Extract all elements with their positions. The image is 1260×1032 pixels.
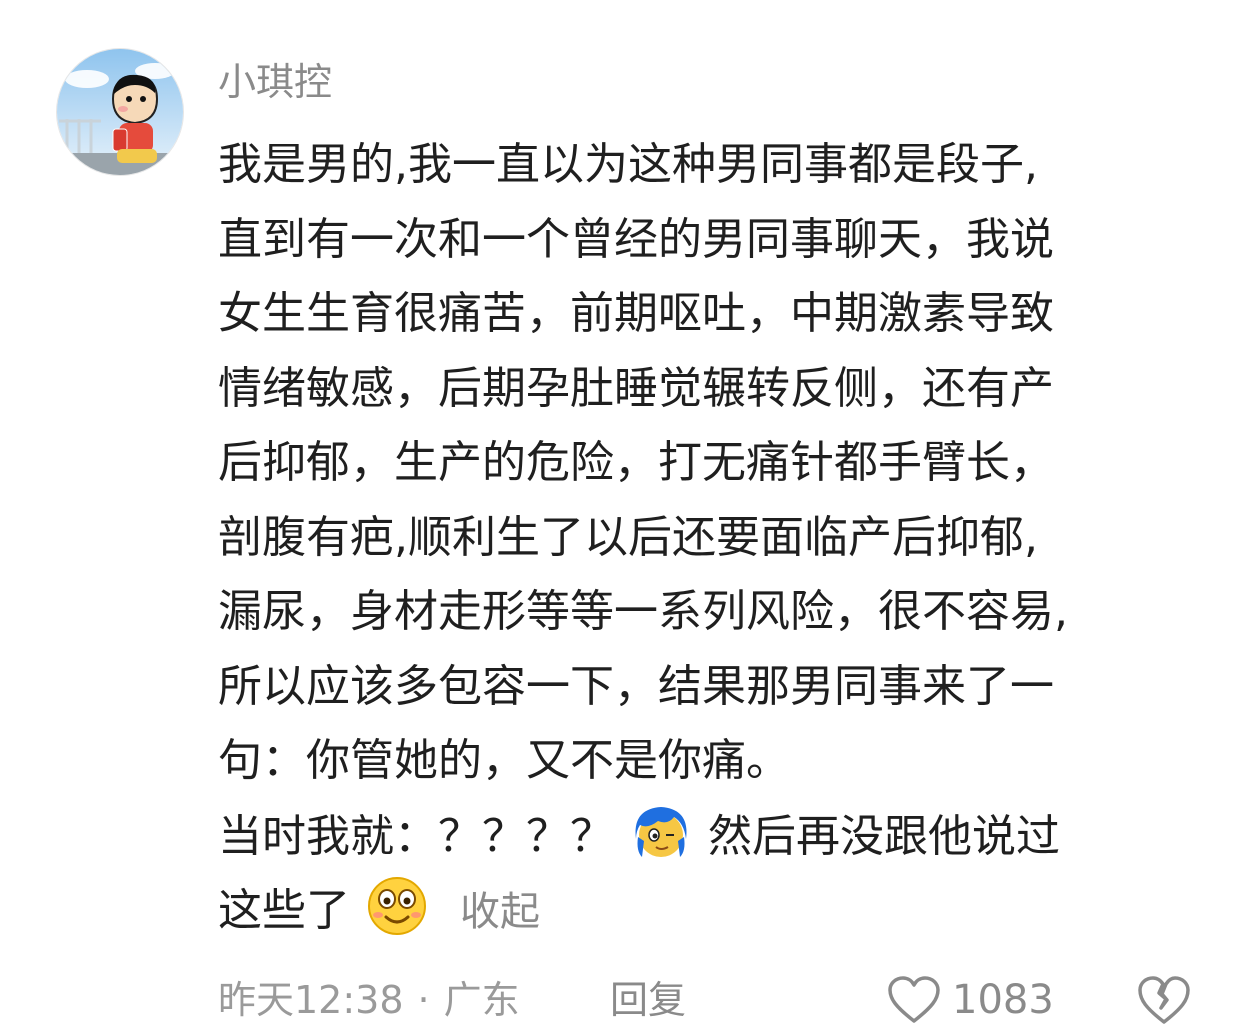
comment-line: 我是男的,我一直以为这种男同事都是段子, <box>218 139 1038 190</box>
broken-heart-outline-icon[interactable] <box>1136 974 1192 1026</box>
smiling-face-emoji-icon <box>364 873 430 939</box>
comment-line: 直到有一次和一个曾经的男同事聊天，我说 <box>218 213 1054 265</box>
comment-text-segment: 当时我就：？？？？ <box>218 810 614 862</box>
blue-hair-face-emoji-icon <box>628 799 694 865</box>
heart-outline-icon <box>888 976 940 1023</box>
comment-line: 情绪敏感，后期孕肚睡觉辗转反侧，还有产 <box>218 362 1054 414</box>
comment-line: 女生生育很痛苦，前期呕吐，中期激素导致 <box>218 288 1054 339</box>
comment-item: 小琪控 我是男的,我一直以为这种男同事都是段子, 直到有一次和一个曾经的男同事聊… <box>0 0 1260 1032</box>
comment-body: 我是男的,我一直以为这种男同事都是段子, 直到有一次和一个曾经的男同事聊天，我说… <box>218 128 1208 948</box>
like-count: 1083 <box>952 977 1054 1023</box>
comment-line-with-emoji: 当时我就：？？？？ 然后再没跟他说过 <box>218 799 1208 874</box>
comment-line: 漏尿，身材走形等等一系列风险，很不容易, <box>218 586 1068 637</box>
comment-meta: 昨天12:38 · 广东 <box>218 970 520 1030</box>
like-button[interactable]: 1083 <box>886 970 1054 1030</box>
reply-button[interactable]: 回复 <box>610 970 686 1030</box>
comment-line: 后抑郁，生产的危险，打无痛针都手臂长， <box>218 437 1054 488</box>
comment-line: 句：你管她的，又不是你痛。 <box>218 735 790 786</box>
comment-text-segment: 这些了 <box>218 885 350 936</box>
username[interactable]: 小琪控 <box>218 56 332 108</box>
comment-location: 广东 <box>443 978 520 1022</box>
comment-text-segment: 然后再没跟他说过 <box>708 810 1060 862</box>
meta-separator: · <box>417 978 430 1022</box>
comment-line-with-emoji: 这些了 收起 <box>218 873 1208 948</box>
collapse-button[interactable]: 收起 <box>460 889 540 935</box>
comment-line: 剖腹有疤,顺利生了以后还要面临产后抑郁, <box>218 511 1038 563</box>
comment-line: 所以应该多包容一下，结果那男同事来了一 <box>218 660 1054 712</box>
avatar[interactable] <box>56 48 184 176</box>
comment-footer: 昨天12:38 · 广东 回复 1083 <box>218 970 1218 1030</box>
comment-time: 昨天12:38 <box>218 978 404 1022</box>
